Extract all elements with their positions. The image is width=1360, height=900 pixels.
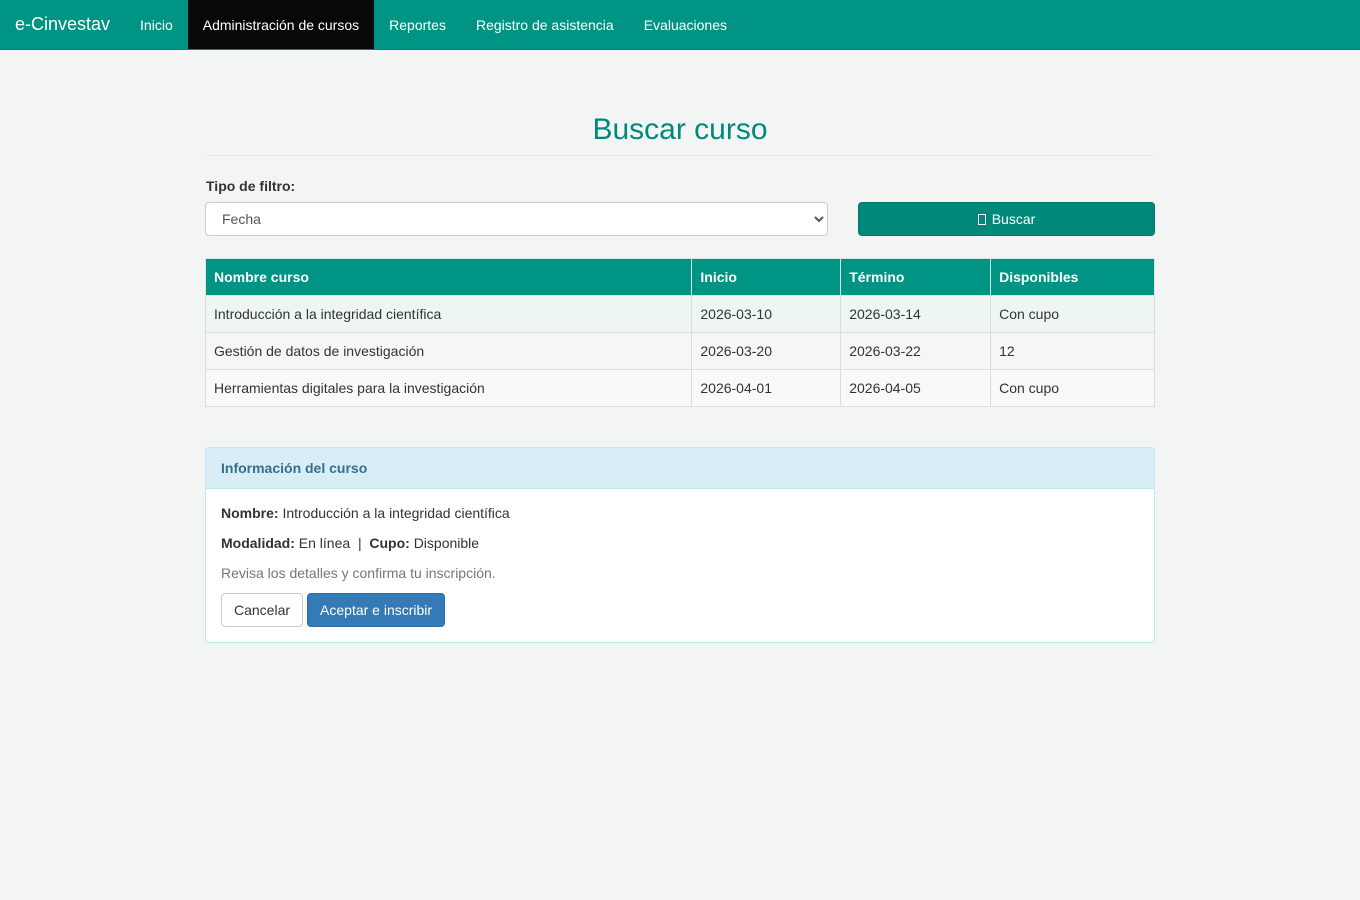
filter-row: Tipo de filtro: Fecha Buscar (205, 178, 1155, 258)
search-button[interactable]: Buscar (858, 202, 1155, 236)
course-name-line: Nombre: Introducción a la integridad cie… (221, 505, 1139, 521)
table-row[interactable]: Introducción a la integridad científica … (204, 295, 1155, 333)
modality-line: Modalidad: En línea | Cupo: Disponible (221, 535, 1139, 551)
column-header-disponibles[interactable]: Disponibles (990, 258, 1155, 296)
main-content: Buscar curso Tipo de filtro: Fecha Busca… (204, 50, 1155, 643)
separator: | (357, 535, 362, 551)
cell-start-date: 2026-04-01 (691, 369, 842, 407)
modality-value: En línea (298, 535, 351, 551)
table-row[interactable]: Gestión de datos de investigación 2026-0… (204, 332, 1155, 370)
search-icon (977, 213, 986, 225)
cell-availability: 12 (990, 332, 1155, 370)
brand-logo[interactable]: e-Cinvestav (0, 0, 125, 49)
cancel-button[interactable]: Cancelar (221, 593, 304, 627)
quota-label: Cupo: (369, 535, 410, 551)
cell-start-date: 2026-03-20 (691, 332, 842, 370)
nav-item-administracion-cursos[interactable]: Administración de cursos (187, 0, 375, 49)
cell-end-date: 2026-03-22 (840, 332, 992, 370)
table-row[interactable]: Herramientas digitales para la investiga… (204, 369, 1155, 407)
modality-label: Modalidad: (221, 535, 295, 551)
panel-actions: Cancelar Aceptar e inscribir (221, 593, 1139, 627)
search-button-label: Buscar (991, 211, 1036, 227)
accept-enroll-button[interactable]: Aceptar e inscribir (307, 593, 446, 627)
column-header-nombre[interactable]: Nombre curso (204, 258, 693, 296)
cell-end-date: 2026-03-14 (840, 295, 992, 333)
panel-heading: Información del curso (206, 448, 1154, 489)
cell-end-date: 2026-04-05 (840, 369, 992, 407)
table-header-row: Nombre curso Inicio Término Disponibles (204, 258, 1155, 296)
courses-table: Nombre curso Inicio Término Disponibles … (204, 258, 1155, 407)
column-header-termino[interactable]: Término (840, 258, 992, 296)
cell-course-name: Herramientas digitales para la investiga… (204, 369, 693, 407)
filter-type-label: Tipo de filtro: (206, 178, 296, 194)
cell-start-date: 2026-03-10 (691, 295, 842, 333)
title-divider (205, 155, 1155, 156)
panel-body: Nombre: Introducción a la integridad cie… (206, 489, 1154, 642)
column-header-inicio[interactable]: Inicio (691, 258, 842, 296)
nav-item-reportes[interactable]: Reportes (374, 0, 461, 49)
nav-item-inicio[interactable]: Inicio (125, 0, 188, 49)
top-navbar: e-Cinvestav Inicio Administración de cur… (0, 0, 1360, 50)
cell-course-name: Gestión de datos de investigación (204, 332, 693, 370)
page-title: Buscar curso (592, 113, 768, 146)
filter-type-select[interactable]: Fecha (205, 202, 828, 236)
course-info-panel: Información del curso Nombre: Introducci… (205, 447, 1155, 643)
course-name-label: Nombre: (221, 505, 279, 521)
confirmation-hint: Revisa los detalles y confirma tu inscri… (221, 565, 496, 581)
cell-course-name: Introducción a la integridad científica (204, 295, 693, 333)
quota-value: Disponible (413, 535, 480, 551)
nav-item-registro-asistencia[interactable]: Registro de asistencia (461, 0, 629, 49)
course-name-value: Introducción a la integridad científica (282, 505, 510, 521)
cell-availability: Con cupo (990, 295, 1155, 333)
nav-item-evaluaciones[interactable]: Evaluaciones (629, 0, 742, 49)
cell-availability: Con cupo (990, 369, 1155, 407)
